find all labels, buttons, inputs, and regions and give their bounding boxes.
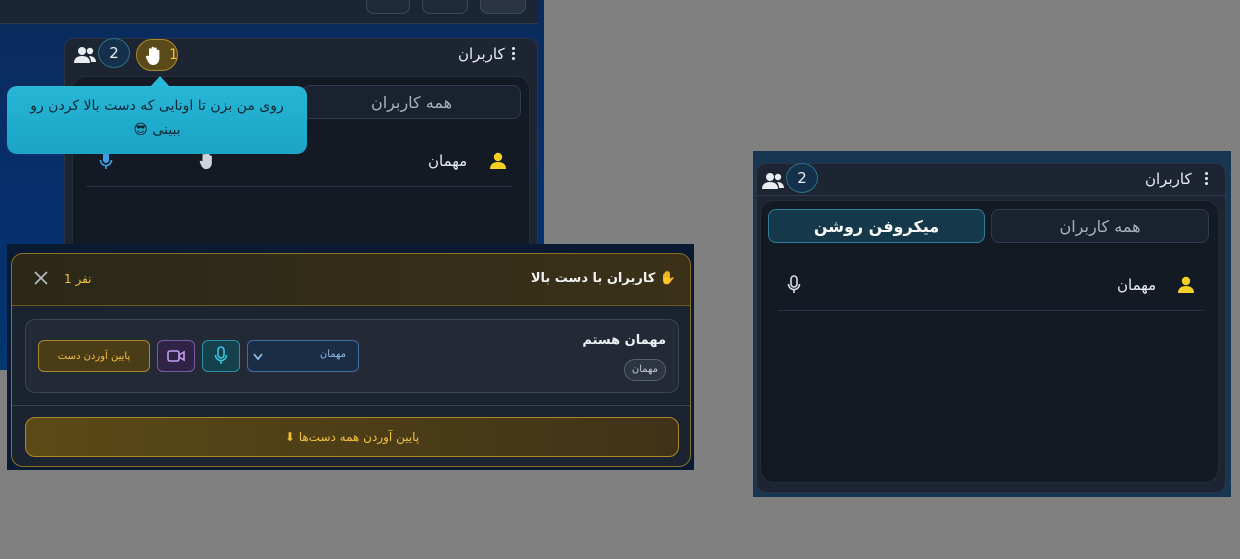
top-toolbar: [0, 0, 538, 24]
microphone-icon[interactable]: [787, 275, 801, 295]
microphone-icon: [214, 346, 228, 364]
divider: [12, 405, 690, 406]
close-icon[interactable]: [34, 271, 48, 285]
lower-all-hands-button[interactable]: ⬇ پایین آوردن همه دست‌ها: [25, 417, 679, 457]
raised-hand-icon[interactable]: [198, 151, 216, 171]
chevron-down-icon: [253, 353, 263, 361]
row-divider: [86, 186, 512, 187]
raised-hands-modal: ✋ کاربران با دست بالا 1 نفر مهمان هستم م…: [11, 253, 691, 467]
role-select[interactable]: مهمان: [247, 340, 359, 372]
user-avatar-icon: [490, 152, 506, 169]
hint-tooltip: روی من بزن تا اونایی که دست بالا کردن رو…: [7, 86, 307, 154]
raised-hand-entry: مهمان هستم مهمان مهمان پایین آوردن دست: [25, 319, 679, 393]
user-name: مهمان: [428, 152, 468, 170]
toolbar-button[interactable]: [480, 0, 526, 14]
users-group-icon: [762, 173, 784, 189]
mic-toggle-button[interactable]: [202, 340, 240, 372]
microphone-icon[interactable]: [99, 151, 113, 171]
tab-mic-on[interactable]: میکروفن روشن: [768, 209, 985, 243]
users-group-icon: [74, 47, 96, 63]
role-badge: مهمان: [623, 359, 666, 381]
video-camera-icon: [167, 350, 185, 362]
modal-header: ✋ کاربران با دست بالا 1 نفر: [12, 254, 690, 306]
user-avatar-icon: [1178, 276, 1194, 293]
online-count-badge: 2: [98, 38, 130, 68]
lower-hand-button[interactable]: پایین آوردن دست: [38, 340, 150, 372]
tab-all-users[interactable]: همه کاربران: [991, 209, 1209, 243]
toolbar-button[interactable]: [422, 0, 468, 14]
modal-title: ✋ کاربران با دست بالا: [530, 271, 676, 286]
kebab-menu-icon[interactable]: [512, 47, 516, 60]
user-name: مهمان: [1117, 276, 1157, 294]
header-divider: [756, 195, 1226, 196]
panel-title: کاربران: [458, 45, 505, 63]
camera-toggle-button[interactable]: [157, 340, 195, 372]
kebab-menu-icon[interactable]: [1205, 172, 1209, 185]
entry-user-name: مهمان هستم: [582, 333, 666, 348]
toolbar-button[interactable]: [366, 0, 410, 14]
role-select-value: مهمان: [319, 349, 346, 360]
hands-count-label: 1 نفر: [64, 272, 92, 286]
raised-hands-count: 1: [169, 47, 178, 63]
row-divider: [778, 310, 1203, 311]
raised-hand-icon: [145, 46, 160, 65]
panel-title: کاربران: [1145, 170, 1192, 188]
online-count-badge: 2: [786, 163, 818, 193]
tab-all-users[interactable]: همه کاربران: [302, 85, 521, 119]
raised-hands-button[interactable]: 1: [136, 39, 178, 71]
